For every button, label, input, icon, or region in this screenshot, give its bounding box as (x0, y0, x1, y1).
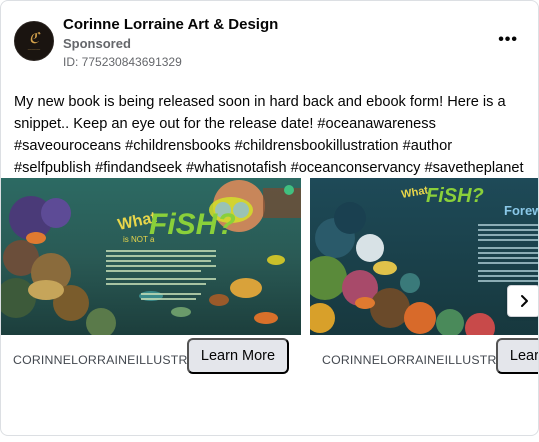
carousel-image[interactable]: What FiSH? Foreward (310, 178, 539, 335)
chevron-right-icon (520, 295, 528, 307)
avatar-monogram-icon: ℭ (28, 30, 40, 47)
svg-text:FiSH?: FiSH? (149, 208, 236, 241)
carousel-image[interactable]: What FiSH? is NOT a (1, 178, 301, 335)
learn-more-button[interactable]: Learn More (187, 338, 289, 374)
more-horizontal-icon: ••• (498, 31, 518, 48)
sponsored-label[interactable]: Sponsored (63, 36, 131, 51)
carousel-footer: CORINNELORRAINEILLUSTRATI Learn More (1, 335, 301, 375)
more-options-button[interactable]: ••• (498, 31, 518, 49)
svg-text:Foreward: Foreward (504, 203, 539, 218)
carousel-card[interactable]: What FiSH? is NOT a CORINNELORRAINEILLUS… (1, 178, 301, 435)
book-title-art: What FiSH? is NOT a (116, 208, 235, 244)
carousel-domain[interactable]: CORINNELORRAINEILLUSTRATI (322, 353, 515, 367)
page-name[interactable]: Corinne Lorraine Art & Design (63, 16, 278, 33)
carousel-card[interactable]: What FiSH? Foreward (310, 178, 539, 435)
carousel-next-button[interactable] (507, 285, 538, 317)
ad-id: ID: 775230843691329 (63, 55, 182, 69)
page-avatar[interactable]: ℭ ——— (14, 21, 54, 61)
svg-text:FiSH?: FiSH? (426, 185, 484, 207)
svg-text:is NOT a: is NOT a (123, 235, 155, 244)
learn-more-button[interactable]: Learn More (496, 338, 538, 374)
carousel-footer: CORINNELORRAINEILLUSTRATI Learn More (310, 335, 538, 375)
ad-post-card: ℭ ——— Corinne Lorraine Art & Design Spon… (0, 0, 539, 436)
carousel: What FiSH? is NOT a CORINNELORRAINEILLUS… (1, 178, 539, 435)
carousel-domain[interactable]: CORINNELORRAINEILLUSTRATI (13, 353, 206, 367)
avatar-logo-text-icon: ——— (27, 45, 41, 51)
